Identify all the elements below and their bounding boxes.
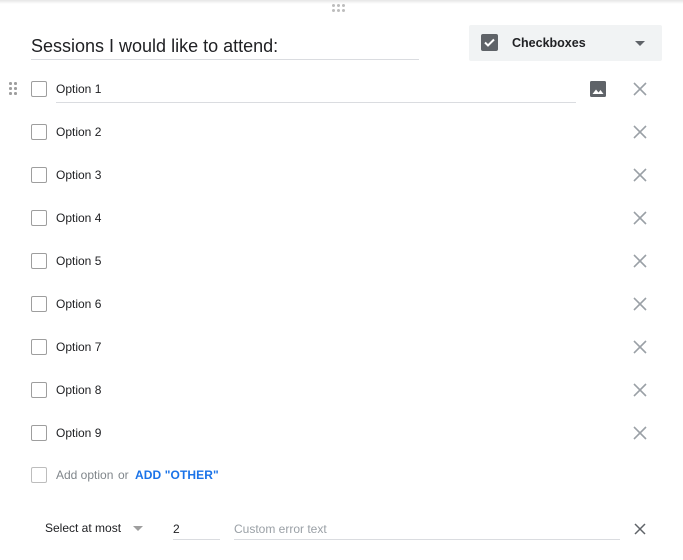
option-row: Option 9 xyxy=(0,418,683,448)
option-label-input[interactable]: Option 2 xyxy=(56,125,101,139)
option-checkbox xyxy=(31,382,47,398)
option-label-input[interactable]: Option 3 xyxy=(56,168,101,182)
question-type-dropdown[interactable]: Checkboxes xyxy=(469,25,662,61)
close-icon[interactable] xyxy=(632,382,648,398)
question-type-label: Checkboxes xyxy=(512,36,586,50)
option-label-input[interactable]: Option 9 xyxy=(56,426,101,440)
option-label-input[interactable]: Option 1 xyxy=(56,82,101,96)
option-checkbox xyxy=(31,210,47,226)
question-card: Sessions I would like to attend: Checkbo… xyxy=(0,0,683,560)
validation-number-input[interactable] xyxy=(173,518,220,540)
card-drag-handle-icon[interactable] xyxy=(332,4,346,14)
option-label-input[interactable]: Option 7 xyxy=(56,340,101,354)
option-row: Option 6 xyxy=(0,289,683,319)
close-icon[interactable] xyxy=(632,425,648,441)
option-row: Option 7 xyxy=(0,332,683,362)
option-checkbox xyxy=(31,124,47,140)
validation-rule-dropdown[interactable]: Select at most xyxy=(45,521,121,535)
option-checkbox xyxy=(31,296,47,312)
response-validation-row: Select at most xyxy=(0,512,683,542)
option-row: Option 8 xyxy=(0,375,683,405)
option-checkbox xyxy=(31,425,47,441)
add-option-row: Add option or ADD "OTHER" xyxy=(0,460,683,490)
option-label-input[interactable]: Option 5 xyxy=(56,254,101,268)
option-checkbox xyxy=(31,81,47,97)
close-icon[interactable] xyxy=(634,522,646,535)
close-icon[interactable] xyxy=(632,253,648,269)
option-label-input[interactable]: Option 8 xyxy=(56,383,101,397)
add-or-text: or xyxy=(118,468,129,482)
image-icon[interactable] xyxy=(589,80,607,98)
add-other-link[interactable]: ADD "OTHER" xyxy=(135,468,219,482)
close-icon[interactable] xyxy=(632,81,648,97)
chevron-down-icon xyxy=(635,41,645,46)
checkbox-checked-icon xyxy=(481,34,498,51)
option-row: Option 4 xyxy=(0,203,683,233)
question-title-input[interactable]: Sessions I would like to attend: xyxy=(31,34,419,60)
option-underline xyxy=(56,102,576,103)
custom-error-input[interactable] xyxy=(234,518,620,540)
option-row: Option 1 xyxy=(0,74,683,104)
close-icon[interactable] xyxy=(632,167,648,183)
drag-handle-icon[interactable] xyxy=(9,82,17,96)
option-label-input[interactable]: Option 4 xyxy=(56,211,101,225)
add-option-link[interactable]: Add option xyxy=(56,468,113,482)
option-label-input[interactable]: Option 6 xyxy=(56,297,101,311)
add-option-checkbox xyxy=(31,467,47,483)
option-checkbox xyxy=(31,167,47,183)
close-icon[interactable] xyxy=(632,339,648,355)
close-icon[interactable] xyxy=(632,296,648,312)
option-row: Option 2 xyxy=(0,117,683,147)
option-row: Option 5 xyxy=(0,246,683,276)
close-icon[interactable] xyxy=(632,210,648,226)
close-icon[interactable] xyxy=(632,124,648,140)
option-checkbox xyxy=(31,339,47,355)
option-checkbox xyxy=(31,253,47,269)
option-row: Option 3 xyxy=(0,160,683,190)
chevron-down-icon[interactable] xyxy=(133,526,143,531)
